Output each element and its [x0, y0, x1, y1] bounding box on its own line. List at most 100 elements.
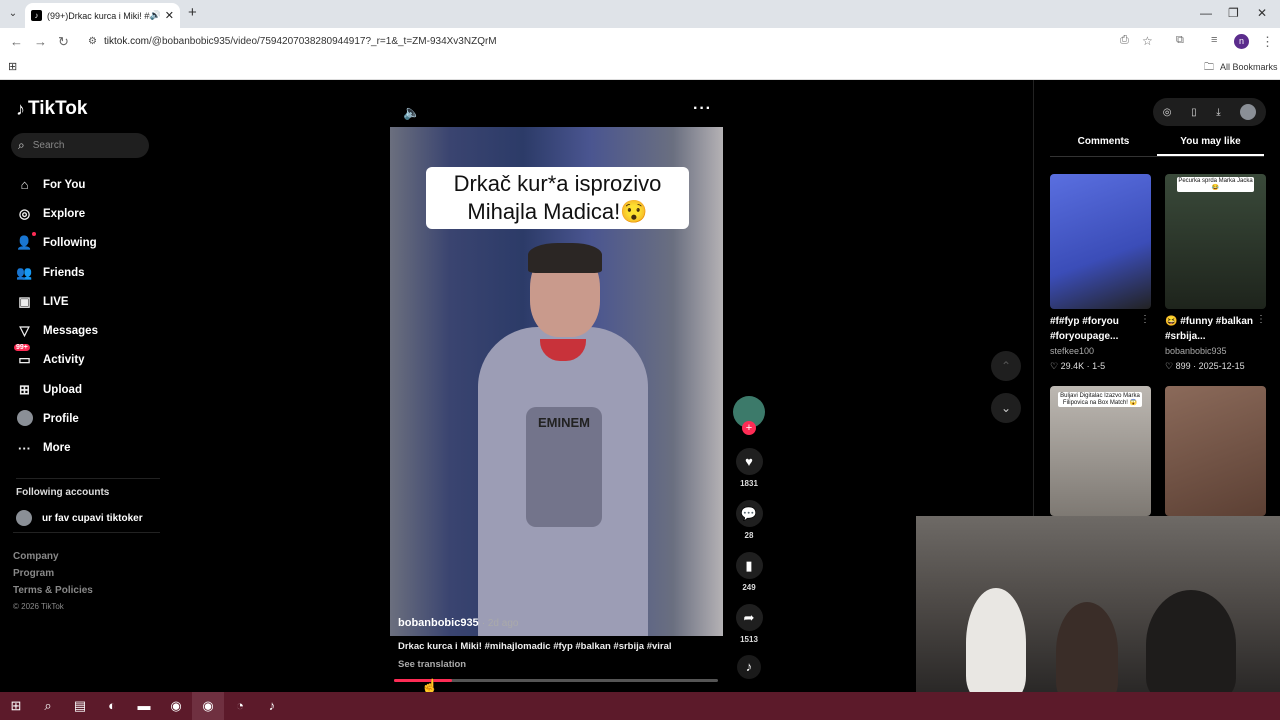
following-account[interactable]: ur fav cupavi tiktoker: [16, 510, 160, 526]
sidebar-item-activity[interactable]: ▭ 99+ Activity: [14, 344, 98, 375]
edge-icon[interactable]: ◐: [96, 692, 128, 720]
app-icon[interactable]: ◔: [224, 692, 256, 720]
account-name: ur fav cupavi tiktoker: [42, 512, 143, 524]
chrome-active-icon[interactable]: ◉: [192, 692, 224, 720]
tab-you-may-like[interactable]: You may like: [1157, 136, 1264, 156]
action-bar: + ♥ 1831 💬 28 ▮ 249 ➦ 1513: [731, 396, 767, 644]
tiktok-music-icon[interactable]: ♪: [737, 655, 761, 679]
more-icon[interactable]: ⋮: [1256, 314, 1266, 325]
reload-icon[interactable]: ↻: [58, 34, 69, 50]
restore-icon[interactable]: ❐: [1228, 6, 1239, 20]
previous-video-button[interactable]: ⌃: [991, 351, 1021, 381]
browser-tab[interactable]: ♪ (99+)Drkac kurca i Miki! #mihajlomadic…: [25, 3, 180, 28]
extensions-icon[interactable]: ⧉: [1176, 34, 1184, 47]
recommended-thumbnail[interactable]: [1050, 174, 1151, 309]
comment-count: 28: [744, 531, 754, 540]
tab-comments[interactable]: Comments: [1050, 136, 1157, 156]
new-tab-button[interactable]: +: [188, 4, 197, 21]
creator-avatar[interactable]: +: [733, 396, 765, 435]
video-text-overlay: Drkač kur*a isprozivo Mihajla Madica!😯: [426, 167, 689, 229]
following-icon: 👤: [16, 232, 36, 251]
nav-label: More: [43, 442, 71, 455]
share-count: 1513: [740, 635, 758, 644]
person-middle: [1056, 602, 1118, 692]
apps-grid-icon[interactable]: ⊞: [8, 60, 17, 73]
recommended-user[interactable]: bobanbobic935: [1165, 346, 1227, 356]
footer-link-company[interactable]: Company: [13, 551, 160, 562]
sidebar-item-more[interactable]: ··· More: [16, 434, 98, 463]
volume-icon[interactable]: 🔈: [403, 104, 420, 121]
start-icon[interactable]: ⊞: [0, 692, 32, 720]
search-icon[interactable]: ⌕: [32, 692, 64, 720]
sidebar-item-profile[interactable]: Profile: [16, 404, 98, 433]
tiktok-logo[interactable]: ♪ TikTok: [16, 98, 87, 120]
task-view-icon[interactable]: ▤: [64, 692, 96, 720]
forward-icon[interactable]: →: [34, 34, 47, 49]
tiktok-app-icon[interactable]: ♪: [256, 692, 288, 720]
search-input[interactable]: ⌕ Search: [11, 133, 149, 158]
see-translation-link[interactable]: See translation: [398, 659, 466, 670]
url-field[interactable]: ⚙ tiktok.com/@bobanbobic935/video/759420…: [84, 31, 1142, 53]
folder-icon: 🗀: [1204, 62, 1214, 73]
profile-avatar[interactable]: n: [1234, 34, 1249, 49]
sidebar-item-for-you[interactable]: ⌂ For You: [16, 170, 98, 199]
sidebar-nav: ⌂ For You ◎ Explore 👤 Following 👥 Friends ▣ L…: [14, 170, 98, 463]
address-bar-row: ← → ↻ ⚙ tiktok.com/@bobanbobic935/video/…: [0, 28, 1280, 56]
comment-button[interactable]: 💬 28: [731, 500, 767, 540]
recommended-user[interactable]: stefkee100: [1050, 346, 1094, 356]
compass-icon[interactable]: ◎: [1163, 107, 1172, 118]
download-icon[interactable]: ⤓: [1216, 107, 1220, 118]
nav-label: For You: [43, 178, 86, 191]
more-icon[interactable]: ⋮: [1140, 314, 1150, 325]
sidebar-item-explore[interactable]: ◎ Explore: [16, 199, 98, 228]
avatar[interactable]: [1240, 104, 1257, 120]
sidebar-item-upload[interactable]: ⊞ Upload: [16, 375, 98, 404]
following-header: Following accounts: [16, 487, 110, 498]
sidebar-item-following[interactable]: 👤 Following: [16, 229, 98, 258]
nav-label: Upload: [43, 383, 82, 396]
nav-label: LIVE: [43, 295, 69, 308]
sidebar-item-messages[interactable]: ▽ Messages: [16, 316, 98, 345]
shirt-text: EMINEM: [538, 415, 590, 430]
follow-plus-icon[interactable]: +: [742, 421, 756, 435]
install-icon[interactable]: ⎙: [1120, 34, 1129, 47]
windows-taskbar: ⊞ ⌕ ▤ ◐ ▬ ◉ ◉ ◔ ♪: [0, 692, 1280, 720]
footer-link-program[interactable]: Program: [13, 568, 160, 579]
tab-search-chevron-icon[interactable]: ⌄: [5, 6, 21, 22]
logo-text: TikTok: [28, 98, 88, 119]
file-explorer-icon[interactable]: ▬: [128, 692, 160, 720]
phone-icon[interactable]: ▯: [1191, 107, 1197, 118]
site-info-icon[interactable]: ⚙: [88, 31, 97, 53]
author-name[interactable]: bobanbobic935: [398, 617, 479, 629]
video-progress-bar[interactable]: [394, 679, 718, 682]
bookmark-star-icon[interactable]: ☆: [1142, 34, 1153, 48]
more-icon: ···: [18, 440, 31, 456]
footer-link-terms[interactable]: Terms & Policies: [13, 585, 160, 596]
chrome-icon[interactable]: ◉: [160, 692, 192, 720]
close-window-icon[interactable]: ✕: [1257, 6, 1267, 20]
browser-menu-icon[interactable]: ⋮: [1261, 34, 1274, 50]
sidebar-item-friends[interactable]: 👥 Friends: [16, 258, 98, 287]
sidebar-item-live[interactable]: ▣ LIVE: [16, 287, 98, 316]
share-button[interactable]: ➦ 1513: [731, 604, 767, 644]
all-bookmarks[interactable]: All Bookmarks: [1220, 62, 1278, 72]
recommended-thumbnail[interactable]: [1165, 386, 1266, 516]
video-player[interactable]: EMINEM Drkač kur*a isprozivo Mihajla Mad…: [390, 127, 723, 636]
recommended-thumbnail[interactable]: Pecurka sprda Marka Jacka😂: [1165, 174, 1266, 309]
video-meta: bobanbobic935 · 2d ago: [398, 617, 518, 629]
activity-badge: 99+: [14, 344, 30, 352]
thumbnail-label: Pecurka sprda Marka Jacka😂: [1177, 177, 1254, 192]
nav-label: Explore: [43, 207, 86, 220]
like-button[interactable]: ♥ 1831: [731, 448, 767, 488]
url-host: tiktok.com: [104, 36, 150, 47]
save-button[interactable]: ▮ 249: [731, 552, 767, 592]
next-video-button[interactable]: ⌄: [991, 393, 1021, 423]
minimize-icon[interactable]: —: [1200, 6, 1212, 20]
more-options-icon[interactable]: ···: [693, 100, 712, 118]
reading-list-icon[interactable]: ≡: [1211, 34, 1217, 46]
speaker-icon[interactable]: 🔊: [150, 10, 161, 21]
recommended-thumbnail[interactable]: Buljavi Digitalac Izazvo Marka Filipovic…: [1050, 386, 1151, 516]
tab-close-icon[interactable]: ✕: [165, 9, 174, 22]
recommended-caption[interactable]: 😆 #funny #balkan #srbija...: [1165, 314, 1270, 344]
back-icon[interactable]: ←: [10, 34, 23, 49]
